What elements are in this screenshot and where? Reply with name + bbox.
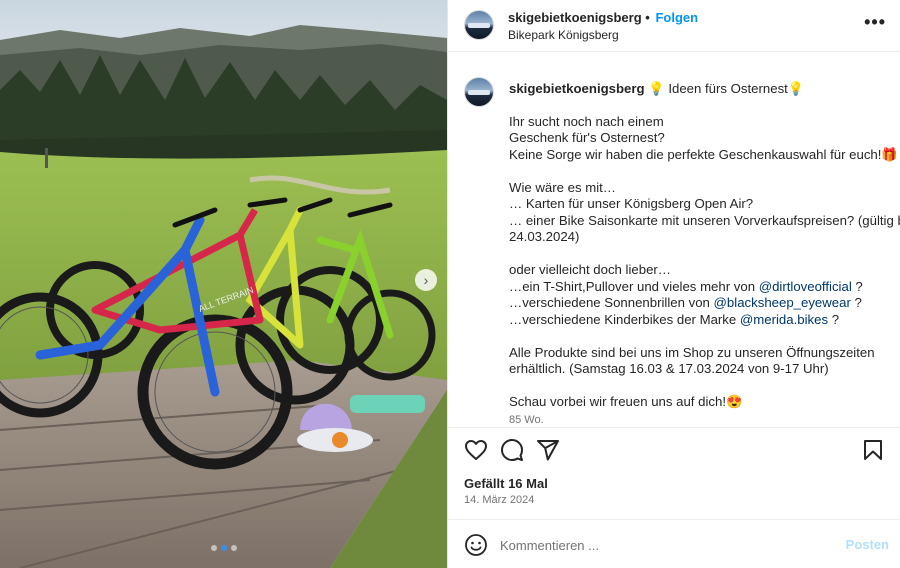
caption-line xyxy=(509,378,895,395)
caption-line-text: Geschenk für's Osternest? xyxy=(509,130,665,145)
carousel-dots xyxy=(0,539,447,554)
caption-line-after: ? xyxy=(850,295,862,310)
emoji-icon[interactable] xyxy=(464,533,488,557)
post-photo[interactable]: ALL TERRAIN › xyxy=(0,0,447,568)
heart-icon[interactable] xyxy=(464,438,488,462)
caption-line-text: Ihr sucht noch nach einem xyxy=(509,113,664,129)
caption-line xyxy=(509,163,895,180)
caption-line: oder vielleicht doch lieber… xyxy=(509,262,895,279)
caption-line-text: … Karten für unser Königsberg Open Air? xyxy=(509,196,754,211)
likes-count[interactable]: Gefällt 16 Mal xyxy=(464,476,548,491)
caption-timestamp: 85 Wo. xyxy=(509,413,544,426)
comment-bar: Posten xyxy=(448,519,900,568)
post-header: skigebietkoenigsberg • Folgen Bikepark K… xyxy=(448,0,900,52)
caption-line xyxy=(509,246,895,263)
caption-line: …verschiedene Sonnenbrillen von @blacksh… xyxy=(509,295,895,312)
caption-line: Wie wäre es mit… xyxy=(509,180,895,197)
caption-line: Keine Sorge wir haben die perfekte Gesch… xyxy=(509,146,898,164)
caption-text: Ihr sucht noch nach einem Geschenk für's … xyxy=(509,114,900,411)
mention-link[interactable]: @merida.bikes xyxy=(740,312,828,327)
caption-line-text: oder vielleicht doch lieber… xyxy=(509,262,671,277)
caption-line-text: …verschiedene Sonnenbrillen von xyxy=(509,295,714,310)
post-panel: skigebietkoenigsberg • Folgen Bikepark K… xyxy=(447,0,900,568)
comment-input[interactable] xyxy=(500,535,820,555)
heart-eyes-icon: 😍 xyxy=(725,394,743,409)
caption-line-text: Alle Produkte sind bei uns im Shop zu un… xyxy=(509,344,875,360)
caption-line: 24.03.2024) xyxy=(509,229,895,246)
caption-line-text: Keine Sorge wir haben die perfekte Gesch… xyxy=(509,146,882,162)
post-comment-button[interactable]: Posten xyxy=(846,537,889,552)
avatar[interactable] xyxy=(464,10,494,40)
header-username[interactable]: skigebietkoenigsberg xyxy=(508,10,642,25)
more-options-icon[interactable]: ••• xyxy=(864,12,886,33)
separator-dot: • xyxy=(645,10,650,25)
caption-avatar[interactable] xyxy=(464,77,494,107)
carousel-dot xyxy=(230,545,237,551)
caption-line: … Karten für unser Königsberg Open Air? xyxy=(509,196,895,213)
mention-link[interactable]: @dirtloveofficial xyxy=(759,279,852,294)
caption-line-text: …verschiedene Kinderbikes der Marke xyxy=(509,311,740,327)
comment-icon[interactable] xyxy=(500,438,524,462)
caption-line: Alle Produkte sind bei uns im Shop zu un… xyxy=(509,345,895,362)
caption-line: erhältlich. (Samstag 16.03 & 17.03.2024 … xyxy=(509,361,895,378)
caption-line-text: … einer Bike Saisonkarte mit unseren Vor… xyxy=(509,212,900,228)
caption-line-text: Wie wäre es mit… xyxy=(509,179,616,195)
caption-line-text: Schau vorbei wir freuen uns auf dich! xyxy=(509,394,726,409)
post-date: 14. März 2024 xyxy=(464,494,535,506)
carousel-dot xyxy=(210,545,217,551)
bikes-photo: ALL TERRAIN xyxy=(0,0,447,568)
location-link[interactable]: Bikepark Königsberg xyxy=(508,28,619,42)
lightbulb-icon: 💡 xyxy=(787,81,805,96)
caption-username[interactable]: skigebietkoenigsberg xyxy=(509,81,645,96)
share-icon[interactable] xyxy=(536,438,560,462)
lightbulb-icon: 💡 xyxy=(648,81,665,96)
caption-line: … einer Bike Saisonkarte mit unseren Vor… xyxy=(509,213,900,230)
caption-line: Schau vorbei wir freuen uns auf dich!😍 xyxy=(509,394,895,411)
caption-line-after: ? xyxy=(851,278,863,294)
caption-line: Geschenk für's Osternest? xyxy=(509,130,895,147)
caption-line-text: …ein T-Shirt,Pullover und vieles mehr vo… xyxy=(509,278,759,294)
bookmark-icon[interactable] xyxy=(861,438,885,462)
caption-line: …verschiedene Kinderbikes der Marke @mer… xyxy=(509,312,895,329)
caption-line: …ein T-Shirt,Pullover und vieles mehr vo… xyxy=(509,279,895,296)
caption-line: Ihr sucht noch nach einem xyxy=(509,114,895,131)
next-image-button[interactable]: › xyxy=(415,269,437,291)
gift-icon: 🎁 xyxy=(881,146,898,162)
caption-line-text: erhältlich. (Samstag 16.03 & 17.03.2024 … xyxy=(509,361,829,376)
carousel-dot-active xyxy=(220,545,227,551)
caption-title: Ideen fürs Osternest xyxy=(668,81,788,96)
caption-section: skigebietkoenigsberg 💡 Ideen fürs Ostern… xyxy=(448,52,900,427)
follow-button[interactable]: Folgen xyxy=(655,10,698,25)
action-bar xyxy=(448,427,900,471)
caption-line-text: 24.03.2024) xyxy=(509,229,580,244)
caption-line-after: ? xyxy=(828,311,840,327)
mention-link[interactable]: @blacksheep_eyewear xyxy=(714,295,851,310)
caption-line xyxy=(509,328,895,345)
